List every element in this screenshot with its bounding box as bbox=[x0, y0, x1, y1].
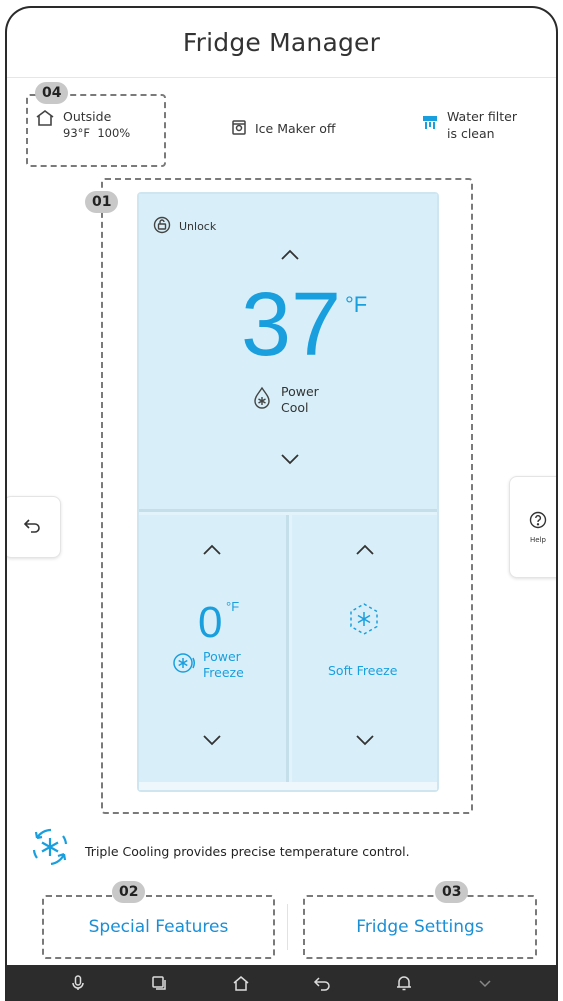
fridge-temp-unit: °F bbox=[345, 292, 368, 317]
triple-cooling-text: Triple Cooling provides precise temperat… bbox=[85, 844, 410, 859]
power-freeze-line2: Freeze bbox=[203, 665, 244, 680]
back-icon bbox=[23, 517, 41, 537]
fridge-compartment: Unlock 37 °F Power Cool bbox=[139, 194, 437, 512]
lock-toggle[interactable]: Unlock bbox=[153, 216, 216, 237]
ice-maker-status[interactable]: Ice Maker off bbox=[231, 118, 336, 139]
freezer-temp-up-button[interactable] bbox=[201, 539, 223, 561]
notification-icon[interactable] bbox=[395, 974, 413, 992]
ice-maker-label: Ice Maker off bbox=[255, 121, 336, 136]
fridge-base bbox=[139, 782, 437, 790]
fridge-temperature: 37 bbox=[241, 275, 342, 375]
freezer-compartment: 0 °F Power Freeze bbox=[139, 515, 289, 786]
power-cool-line2: Cool bbox=[281, 400, 309, 415]
fridge-panel: Unlock 37 °F Power Cool 0 °F Power Freez… bbox=[137, 192, 439, 792]
button-divider bbox=[287, 904, 288, 950]
freezer-temp-unit: °F bbox=[226, 599, 240, 614]
water-filter-icon bbox=[421, 114, 439, 135]
power-cool-icon bbox=[249, 385, 275, 415]
power-freeze-line1: Power bbox=[203, 649, 241, 664]
callout-badge-01: 01 bbox=[85, 191, 119, 213]
outside-temp: 93°F bbox=[63, 126, 90, 140]
microphone-icon[interactable] bbox=[69, 974, 87, 992]
soft-freeze-label[interactable]: Soft Freeze bbox=[328, 663, 397, 678]
water-filter-line1: Water filter bbox=[447, 109, 518, 124]
power-freeze-button[interactable]: Power Freeze bbox=[171, 649, 244, 681]
fridge-settings-label: Fridge Settings bbox=[356, 917, 484, 937]
outside-status: Outside 93°F 100% bbox=[35, 108, 130, 142]
soft-freeze-icon bbox=[346, 601, 382, 641]
home-icon bbox=[35, 108, 55, 131]
recent-apps-icon[interactable] bbox=[150, 974, 168, 992]
water-filter-status[interactable]: Water filter is clean bbox=[421, 108, 517, 142]
soft-freeze-down-button[interactable] bbox=[354, 729, 376, 751]
water-filter-line2: is clean bbox=[447, 126, 495, 141]
special-features-button[interactable]: Special Features bbox=[42, 895, 275, 959]
fridge-temp-up-button[interactable] bbox=[279, 244, 301, 266]
fridge-settings-button[interactable]: Fridge Settings bbox=[303, 895, 537, 959]
soft-freeze-compartment: Soft Freeze bbox=[292, 515, 437, 786]
help-button[interactable]: Help bbox=[509, 476, 556, 578]
soft-freeze-up-button[interactable] bbox=[354, 539, 376, 561]
title-bar: Fridge Manager bbox=[7, 8, 556, 78]
ice-maker-icon bbox=[231, 118, 247, 139]
lock-icon bbox=[153, 216, 171, 237]
lock-label: Unlock bbox=[179, 220, 217, 233]
help-label: Help bbox=[530, 535, 546, 544]
outside-humidity: 100% bbox=[97, 126, 131, 140]
power-freeze-icon bbox=[171, 650, 197, 680]
callout-badge-04: 04 bbox=[35, 82, 69, 104]
app-frame: Fridge Manager 04 Outside 93°F 100% Ice … bbox=[5, 6, 558, 1001]
chevron-down-icon[interactable] bbox=[476, 974, 494, 992]
home-nav-icon[interactable] bbox=[232, 974, 250, 992]
page-title: Fridge Manager bbox=[182, 28, 381, 57]
outside-label: Outside bbox=[63, 109, 112, 124]
special-features-label: Special Features bbox=[88, 917, 229, 937]
freezer-temp-down-button[interactable] bbox=[201, 729, 223, 751]
power-cool-line1: Power bbox=[281, 384, 319, 399]
triple-cooling-icon bbox=[27, 824, 73, 873]
triple-cooling-info: Triple Cooling provides precise temperat… bbox=[27, 824, 410, 873]
system-nav-bar bbox=[7, 965, 556, 1001]
back-nav-icon[interactable] bbox=[313, 974, 331, 992]
power-cool-button[interactable]: Power Cool bbox=[249, 384, 319, 416]
back-button[interactable] bbox=[7, 496, 61, 558]
fridge-temp-down-button[interactable] bbox=[279, 448, 301, 470]
freezer-temperature: 0 bbox=[198, 598, 223, 647]
help-icon bbox=[529, 511, 547, 533]
